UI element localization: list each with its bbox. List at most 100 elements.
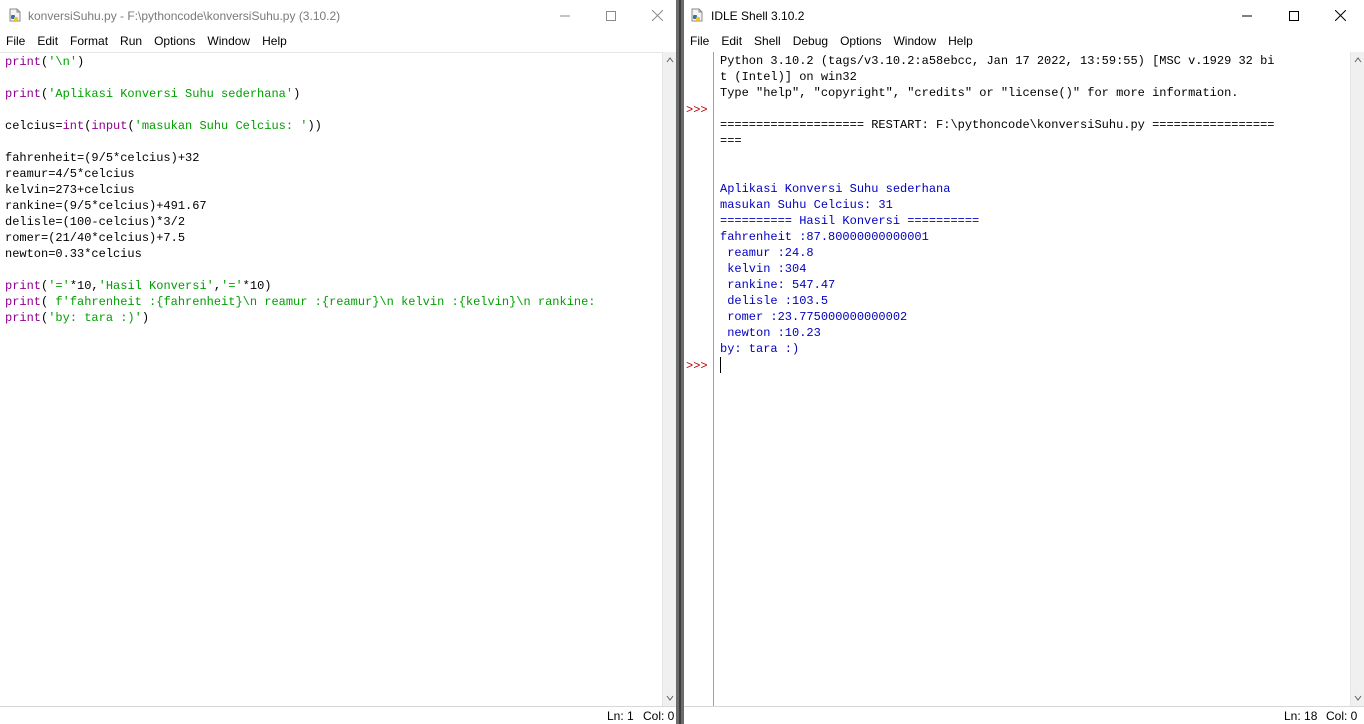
- code-token: ): [141, 311, 150, 325]
- code-line: print('Aplikasi Konversi Suhu sederhana'…: [5, 86, 596, 102]
- shell-scrollbar[interactable]: [1350, 52, 1364, 706]
- code-token: romer=(21/40*celcius)+7.5: [5, 231, 186, 245]
- editor-window: konversiSuhu.py - F:\pythoncode\konversi…: [0, 0, 676, 724]
- column-indicator: Col: 0: [643, 709, 675, 723]
- code-string: 'Aplikasi Konversi Suhu sederhana': [48, 87, 294, 101]
- line-indicator: Ln: 1: [607, 709, 634, 723]
- scroll-up-icon[interactable]: [1354, 56, 1362, 64]
- scroll-down-icon[interactable]: [1354, 694, 1362, 702]
- code-string: 'Hasil Konversi': [98, 279, 214, 293]
- shell-prompt: >>>: [686, 103, 708, 117]
- shell-line: ==================== RESTART: F:\pythonc…: [720, 118, 1275, 132]
- code-text: print('\n') print('Aplikasi Konversi Suhu…: [5, 54, 596, 326]
- code-editor[interactable]: print('\n') print('Aplikasi Konversi Suhu…: [0, 52, 662, 706]
- shell-menu-edit[interactable]: Edit: [715, 31, 748, 51]
- menu-window[interactable]: Window: [201, 31, 256, 51]
- code-token: *10): [242, 279, 272, 293]
- shell-menu-options[interactable]: Options: [834, 31, 887, 51]
- menu-options[interactable]: Options: [148, 31, 201, 51]
- code-keyword: int: [62, 119, 85, 133]
- menu-edit[interactable]: Edit: [31, 31, 64, 51]
- menu-help[interactable]: Help: [256, 31, 293, 51]
- shell-window: IDLE Shell 3.10.2 File Edit Shell Debug …: [684, 0, 1364, 724]
- shell-menu-window[interactable]: Window: [887, 31, 942, 51]
- shell-line-indicator: Ln: 18: [1284, 709, 1318, 723]
- code-token: (: [41, 295, 56, 309]
- code-string: '=': [48, 279, 70, 293]
- shell-menu-debug[interactable]: Debug: [787, 31, 834, 51]
- scroll-up-icon[interactable]: [666, 56, 674, 64]
- shell-menu-file[interactable]: File: [684, 31, 715, 51]
- code-token: ): [77, 55, 85, 69]
- minimize-button[interactable]: [542, 0, 588, 31]
- shell-titlebar[interactable]: IDLE Shell 3.10.2: [684, 0, 1364, 31]
- shell-prompt-gutter: >>> >>>: [684, 52, 714, 706]
- menu-format[interactable]: Format: [64, 31, 114, 51]
- shell-line: t (Intel)] on win32: [720, 70, 857, 84]
- code-line: print( f'fahrenheit :{fahrenheit}\n ream…: [5, 294, 596, 310]
- code-line: romer=(21/40*celcius)+7.5: [5, 230, 596, 246]
- shell-menu-shell[interactable]: Shell: [748, 31, 787, 51]
- shell-close-button[interactable]: [1317, 0, 1363, 31]
- shell-output-line: reamur :24.8: [720, 246, 814, 260]
- code-keyword: print: [5, 55, 42, 69]
- shell-output-line: rankine: 547.47: [720, 278, 836, 292]
- shell-output-line: by: tara :): [720, 342, 800, 356]
- shell-output-line: kelvin :304: [720, 262, 807, 276]
- code-string: '=': [221, 279, 243, 293]
- shell-output-line: Aplikasi Konversi Suhu sederhana: [720, 182, 951, 196]
- code-keyword: input: [91, 119, 128, 133]
- code-token: rankine=(9/5*celcius)+491.67: [5, 199, 207, 213]
- shell-prompt-active: >>>: [686, 359, 708, 373]
- menu-file[interactable]: File: [0, 31, 31, 51]
- code-line: celcius=int(input('masukan Suhu Celcius:…: [5, 118, 596, 134]
- code-line: rankine=(9/5*celcius)+491.67: [5, 198, 596, 214]
- code-keyword: print: [5, 311, 42, 325]
- shell-minimize-button[interactable]: [1224, 0, 1270, 31]
- shell-output-text: Python 3.10.2 (tags/v3.10.2:a58ebcc, Jan…: [720, 53, 1275, 357]
- maximize-button[interactable]: [588, 0, 634, 31]
- code-line: kelvin=273+celcius: [5, 182, 596, 198]
- minimize-icon: [560, 15, 570, 16]
- code-keyword: print: [5, 87, 42, 101]
- scroll-down-icon[interactable]: [666, 694, 674, 702]
- code-keyword: print: [5, 295, 42, 309]
- code-token: reamur=4/5*celcius: [5, 167, 135, 181]
- editor-menubar: File Edit Format Run Options Window Help: [0, 31, 676, 51]
- code-string: 'by: tara :)': [48, 311, 142, 325]
- code-line: print('='*10,'Hasil Konversi','='*10): [5, 278, 596, 294]
- editor-title: konversiSuhu.py - F:\pythoncode\konversi…: [28, 9, 341, 23]
- code-string: f'fahrenheit :{fahrenheit}\n reamur :{re…: [55, 295, 596, 309]
- code-line: reamur=4/5*celcius: [5, 166, 596, 182]
- maximize-icon: [1289, 10, 1299, 21]
- close-button[interactable]: [634, 0, 676, 31]
- shell-menu-help[interactable]: Help: [942, 31, 979, 51]
- code-line: delisle=(100-celcius)*3/2: [5, 214, 596, 230]
- code-token: ,: [213, 279, 222, 293]
- shell-maximize-button[interactable]: [1271, 0, 1317, 31]
- shell-statusbar: Ln: 18 Col: 0: [684, 706, 1364, 724]
- editor-titlebar[interactable]: konversiSuhu.py - F:\pythoncode\konversi…: [0, 0, 676, 31]
- shell-line: Python 3.10.2 (tags/v3.10.2:a58ebcc, Jan…: [720, 54, 1275, 68]
- python-file-icon: [9, 8, 21, 22]
- shell-output-area[interactable]: Python 3.10.2 (tags/v3.10.2:a58ebcc, Jan…: [715, 52, 1350, 706]
- close-icon: [1334, 10, 1346, 21]
- shell-title: IDLE Shell 3.10.2: [711, 9, 805, 23]
- editor-scrollbar[interactable]: [662, 52, 676, 706]
- shell-output-line: delisle :103.5: [720, 294, 829, 308]
- shell-column-indicator: Col: 0: [1326, 709, 1358, 723]
- shell-menubar: File Edit Shell Debug Options Window Hel…: [684, 31, 1364, 51]
- menu-run[interactable]: Run: [114, 31, 148, 51]
- code-line: print('\n'): [5, 54, 596, 70]
- editor-statusbar: Ln: 1 Col: 0: [0, 706, 676, 724]
- code-token: *10,: [69, 279, 99, 293]
- code-line: newton=0.33*celcius: [5, 246, 596, 262]
- code-token: )): [307, 119, 322, 133]
